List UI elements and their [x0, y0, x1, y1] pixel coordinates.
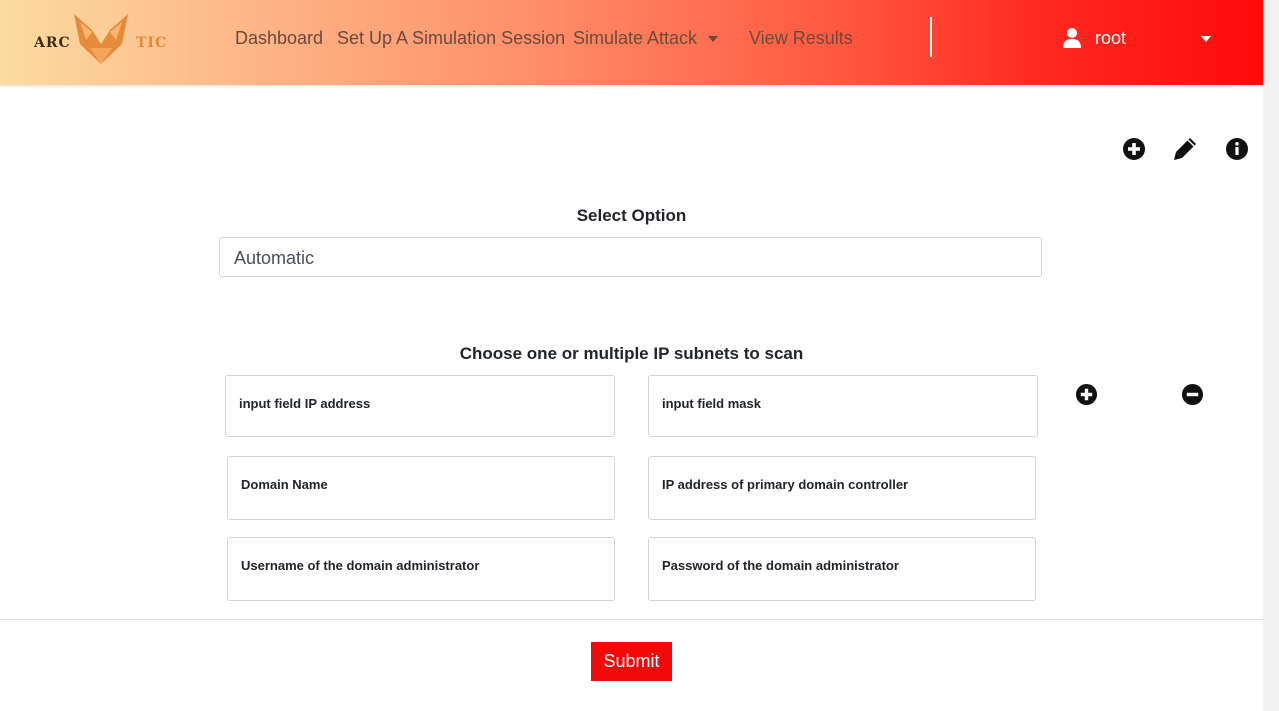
add-subnet-icon[interactable]: [1075, 383, 1098, 406]
info-circle-icon[interactable]: [1225, 137, 1249, 161]
nav-divider: [930, 17, 932, 57]
nav-view-results[interactable]: View Results: [749, 28, 853, 49]
footer-divider: [0, 619, 1263, 620]
logo-text-left: ARC: [34, 35, 71, 51]
nav-dashboard[interactable]: Dashboard: [235, 28, 323, 49]
nav-setup-session[interactable]: Set Up A Simulation Session: [337, 28, 565, 49]
admin-username-input[interactable]: Username of the domain administrator: [227, 537, 615, 601]
scrollbar[interactable]: [1263, 0, 1279, 711]
select-option-heading: Select Option: [576, 206, 687, 225]
remove-subnet-icon[interactable]: [1181, 383, 1204, 406]
ip-address-input[interactable]: input field IP address: [225, 375, 615, 437]
arctic-logo[interactable]: ARC TIC: [30, 10, 185, 68]
admin-password-input[interactable]: Password of the domain administrator: [648, 537, 1036, 601]
option-select[interactable]: Automatic: [219, 237, 1042, 277]
pdc-ip-input[interactable]: IP address of primary domain controller: [648, 456, 1036, 520]
domain-name-input[interactable]: Domain Name: [227, 456, 615, 520]
submit-button[interactable]: Submit: [591, 642, 672, 681]
top-navbar: ARC TIC Dashboard Set Up A Simulation Se…: [0, 0, 1263, 85]
nav-simulate-attack[interactable]: Simulate Attack: [573, 28, 697, 49]
add-circle-icon[interactable]: [1122, 137, 1146, 161]
user-icon: [1063, 28, 1081, 48]
subnets-heading: Choose one or multiple IP subnets to sca…: [459, 344, 804, 363]
pencil-icon[interactable]: [1173, 137, 1197, 161]
chevron-down-icon[interactable]: [708, 36, 718, 42]
page: ARC TIC Dashboard Set Up A Simulation Se…: [0, 0, 1279, 711]
user-menu-name[interactable]: root: [1095, 28, 1126, 49]
user-dropdown-caret-icon[interactable]: [1201, 36, 1211, 42]
logo-text-right: TIC: [136, 35, 168, 51]
mask-input[interactable]: input field mask: [648, 375, 1038, 437]
